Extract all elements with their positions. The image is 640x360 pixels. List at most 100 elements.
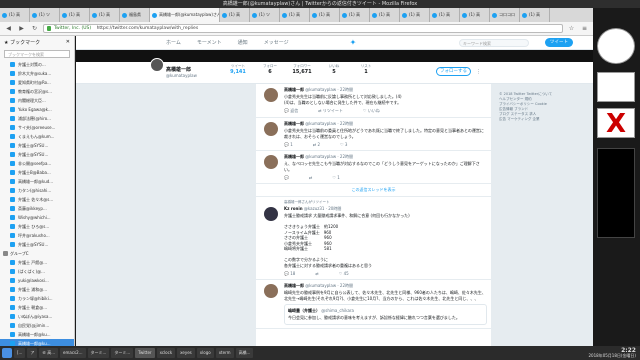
xclock-window[interactable] (597, 28, 635, 64)
bookmark-item[interactable]: カラン塚@hibiki... (0, 294, 74, 303)
reload-icon[interactable]: ↻ (30, 24, 39, 33)
bookmark-item[interactable]: 教育権の宮沢@s... (0, 87, 74, 96)
browser-tab[interactable]: 福島県 (120, 8, 150, 22)
browser-tab[interactable]: (1) 高 (280, 8, 310, 22)
like-icon[interactable]: ♡ 45 (339, 271, 349, 276)
browser-tab[interactable]: (1) ツ (30, 8, 60, 22)
terminal-window[interactable] (597, 148, 635, 238)
taskbar-item[interactable]: xeyes (177, 348, 195, 358)
browser-tab[interactable]: (1) 高 (370, 8, 400, 22)
nav-moments[interactable]: モーメント (197, 39, 222, 46)
browser-tab[interactable]: (1) 高 (340, 8, 370, 22)
like-icon[interactable]: ♡ いいね (363, 108, 380, 114)
profile-stat[interactable]: いいね 5 (322, 64, 346, 75)
nav-home[interactable]: ホーム (166, 39, 181, 46)
nav-messages[interactable]: メッセージ (264, 39, 289, 46)
browser-tab[interactable]: (1) 高 (430, 8, 460, 22)
close-icon[interactable]: ✕ (66, 39, 70, 45)
browser-tab[interactable]: 高橋雄一郎(@kumatayplaw)さん (150, 8, 220, 22)
bookmark-item[interactable]: 鈴木大弁@suka... (0, 69, 74, 78)
url-bar[interactable]: Twitter, Inc. (US) https://twitter.com/k… (43, 24, 563, 33)
browser-tab[interactable]: (1) 高 (460, 8, 490, 22)
bookmark-item[interactable]: 斎藤@ikkeyp... (0, 204, 74, 213)
system-clock[interactable]: 2:22 2018年05月18日(金曜日) (589, 348, 638, 359)
bookmark-item[interactable]: 高橋雄一郎@kud... (0, 177, 74, 186)
bookmark-item[interactable]: Yuko Egawa@k... (0, 105, 74, 114)
nav-notifications[interactable]: 通知 (238, 39, 248, 46)
profile-stat[interactable]: リスト 1 (354, 64, 378, 75)
avatar[interactable] (264, 122, 278, 136)
bookmark-item[interactable]: サイ夫(@oreeuse... (0, 123, 74, 132)
taskbar-item[interactable]: xclock (156, 348, 176, 358)
tweet-item[interactable]: 高橋雄一郎 @kumatayplaw · 22時間 え、なぺロッセ先生こも今当職が… (256, 151, 491, 184)
taskbar-item[interactable]: 高橋... (235, 348, 254, 358)
quoted-tweet[interactable]: 嶋崎量（弁護士） @shima_chikara 今日会見に参加し、懲戒請求の意味… (284, 304, 487, 325)
bookmark-item[interactable]: (ぱくぱく)@... (0, 267, 74, 276)
bookmark-item[interactable]: 弁護士B@Baba... (0, 168, 74, 177)
bookmark-item[interactable]: 弁護士@SYSU... (0, 240, 74, 249)
bookmark-item[interactable]: 弁護士 浦和@... (0, 285, 74, 294)
bookmark-item[interactable]: いぬぼん@iyasa... (0, 312, 74, 321)
tweet-item[interactable]: 高橋雄一郎 @kumatayplaw · 22時間 小倉秀夫先生は当職前に反論し事… (256, 84, 491, 118)
browser-tab[interactable]: (1) 高 (60, 8, 90, 22)
taskbar-item[interactable]: ⑥ 高... (39, 348, 59, 358)
taskbar-item[interactable]: emacs2... (60, 348, 86, 358)
more-icon[interactable]: ⋮ (476, 69, 481, 75)
bookmark-item[interactable]: 弁護士 戸館@... (0, 258, 74, 267)
bookmark-folder[interactable]: グループC (0, 249, 74, 258)
browser-tab[interactable]: (1) 高 (90, 8, 120, 22)
follow-button[interactable]: フォローする (436, 67, 471, 76)
bookmark-item[interactable]: 自民党(@jimin... (0, 321, 74, 330)
retweet-icon[interactable]: ⇄ 2 (313, 142, 320, 147)
browser-tab[interactable]: (1) 高 (400, 8, 430, 22)
profile-stat[interactable]: フォロー 6 (258, 64, 282, 75)
bookmark-item[interactable]: 内閣総理大臣... (0, 96, 74, 105)
twitter-bird-icon[interactable]: ✦ (350, 38, 357, 47)
tweet-item[interactable]: 高橋雄一郎 @kumatayplaw · 22時間 嶋崎先生の懲戒事例を9月に自… (256, 280, 491, 329)
bookmark-item[interactable]: くまえもん@kum... (0, 132, 74, 141)
profile-avatar[interactable] (150, 58, 164, 72)
bookmark-item[interactable]: 浦部法穂(@hiro... (0, 114, 74, 123)
profile-stat[interactable]: フォロワー 15,671 (290, 64, 314, 75)
taskbar-item[interactable]: [... (14, 348, 26, 358)
back-icon[interactable]: ◀ (4, 24, 13, 33)
tweet-button[interactable]: ツイート (545, 38, 573, 47)
tweet-item[interactable]: 高橋雄一郎 @kumatayplaw · 22時間 小倉秀夫先生は当職前の委員と住… (256, 118, 491, 151)
show-thread-link[interactable]: この返信スレッドを表示 (256, 184, 491, 197)
like-icon[interactable]: ♡ 1 (332, 175, 339, 180)
browser-tab[interactable]: (1) 高 (520, 8, 550, 22)
star-icon[interactable]: ☆ (567, 24, 576, 33)
browser-tab[interactable]: (1) 高 (310, 8, 340, 22)
bookmark-item[interactable]: 高橋雄一郎@ku... (0, 339, 74, 346)
bookmark-item[interactable]: yuki@lawkosi... (0, 276, 74, 285)
taskbar-item[interactable]: Twitter (135, 348, 155, 358)
avatar[interactable] (264, 155, 278, 169)
start-menu-icon[interactable] (2, 348, 12, 358)
bookmark-item[interactable]: 弁護士 佐々木@s... (0, 195, 74, 204)
bookmark-item[interactable]: 弁護士@SYSU... (0, 141, 74, 150)
retweet-icon[interactable]: ⇄ リツイート (318, 108, 343, 114)
taskbar-item[interactable]: ア (27, 348, 38, 358)
avatar[interactable] (264, 88, 278, 102)
bookmark-item[interactable]: カタン(@hisahi... (0, 186, 74, 195)
browser-tab[interactable]: コロコロ (490, 8, 520, 22)
retweet-icon[interactable]: ⇄ (309, 175, 312, 180)
twitter-search-input[interactable]: キーワード検索 (459, 38, 529, 47)
bookmark-item[interactable]: 弁護士 ひろ@s... (0, 222, 74, 231)
taskbar-item[interactable]: xterm (215, 348, 234, 358)
xeyes-window[interactable] (597, 72, 635, 102)
bookmark-item[interactable]: Wishy@whichi... (0, 213, 74, 222)
taskbar-item[interactable]: ターミ... (87, 348, 110, 358)
taskbar-item[interactable]: ターミ... (111, 348, 134, 358)
avatar[interactable] (264, 207, 278, 221)
bookmark-item[interactable]: 非公開@seefpa... (0, 159, 74, 168)
reply-icon[interactable]: 💬 (284, 175, 289, 180)
bookmark-item[interactable]: 弁護士@SYSU... (0, 150, 74, 159)
bookmark-search-input[interactable]: ブックマークを検索 (4, 50, 70, 58)
like-icon[interactable]: ♡ 3 (340, 142, 347, 147)
reply-icon[interactable]: 💬 18 (284, 271, 295, 276)
retweet-item[interactable]: 高橋雄一郎さんがリツイート Kz ronin @kazuz31 · 20時間 弁… (256, 197, 491, 280)
retweet-icon[interactable]: ⇄ (315, 271, 318, 276)
bookmark-item[interactable]: 弁護士 朝倉@... (0, 303, 74, 312)
taskbar-item[interactable]: xlogo (196, 348, 214, 358)
